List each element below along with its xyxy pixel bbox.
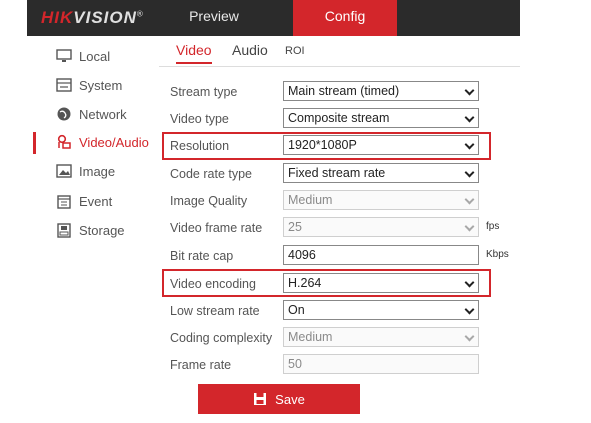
chevron-down-icon (464, 167, 475, 178)
low-stream-rate-select[interactable]: On (283, 300, 479, 320)
fps-unit: fps (486, 221, 500, 232)
sidebar: Local System Network Video/Audio Image E… (27, 36, 159, 396)
frame-rate-input[interactable]: 50 (283, 354, 479, 374)
video-frame-rate-row: Video frame rate 25 fps (159, 217, 520, 239)
frame-rate-label: Frame rate (170, 358, 232, 372)
tab-audio[interactable]: Audio (232, 42, 268, 58)
top-bar: HIKVISION® Preview Config (27, 0, 520, 36)
video-encoding-highlight-box (162, 269, 491, 297)
calendar-icon (55, 194, 73, 209)
chevron-down-icon (464, 194, 475, 205)
video-frame-rate-label: Video frame rate (170, 221, 263, 235)
sidebar-item-label: Local (79, 48, 111, 64)
stream-type-label: Stream type (170, 85, 238, 99)
low-stream-rate-label: Low stream rate (170, 304, 260, 318)
stream-type-row: Stream type Main stream (timed) (159, 81, 520, 103)
chevron-down-icon (464, 112, 475, 123)
storage-icon (55, 222, 73, 238)
video-type-select[interactable]: Composite stream (283, 108, 479, 128)
video-type-row: Video type Composite stream (159, 108, 520, 130)
save-icon (254, 393, 267, 405)
resolution-highlight-box (162, 132, 491, 160)
sidebar-item-label: Network (79, 106, 127, 122)
sidebar-item-network[interactable]: Network (27, 102, 159, 126)
image-quality-label: Image Quality (170, 194, 248, 208)
video-type-label: Video type (170, 112, 229, 126)
sidebar-item-system[interactable]: System (27, 73, 159, 97)
chevron-down-icon (464, 221, 475, 232)
nav-config-tab[interactable]: Config (293, 0, 397, 36)
low-stream-rate-row: Low stream rate On (159, 300, 520, 322)
bit-rate-cap-input[interactable]: 4096 (283, 245, 479, 265)
video-frame-rate-select[interactable]: 25 (283, 217, 479, 237)
chevron-down-icon (464, 331, 475, 342)
sidebar-item-image[interactable]: Image (27, 159, 159, 183)
hikvision-logo: HIKVISION® (41, 8, 144, 27)
monitor-icon (55, 49, 73, 63)
tab-roi[interactable]: ROI (285, 45, 305, 57)
image-quality-select[interactable]: Medium (283, 190, 479, 210)
system-icon (55, 78, 73, 92)
kbps-unit: Kbps (486, 249, 509, 260)
sidebar-item-label: Image (79, 163, 116, 179)
video-audio-icon (55, 134, 73, 149)
sidebar-item-label: System (79, 77, 123, 93)
coding-complexity-row: Coding complexity Medium (159, 327, 520, 349)
image-quality-row: Image Quality Medium (159, 190, 520, 212)
sidebar-item-storage[interactable]: Storage (27, 218, 159, 242)
sidebar-item-local[interactable]: Local (27, 44, 159, 68)
save-button[interactable]: Save (198, 384, 360, 414)
subtab-bar: Video Audio ROI (159, 36, 520, 67)
chevron-down-icon (464, 304, 475, 315)
image-icon (55, 164, 73, 178)
stream-type-select[interactable]: Main stream (timed) (283, 81, 479, 101)
nav-preview-tab[interactable]: Preview (179, 0, 249, 36)
globe-icon (55, 107, 73, 121)
code-rate-type-row: Code rate type Fixed stream rate (159, 163, 520, 185)
sidebar-item-video-audio[interactable]: Video/Audio (27, 130, 159, 154)
sidebar-item-label: Event (79, 193, 113, 209)
code-rate-type-select[interactable]: Fixed stream rate (283, 163, 479, 183)
sidebar-item-label: Storage (79, 222, 125, 238)
coding-complexity-select[interactable]: Medium (283, 327, 479, 347)
frame-rate-row: Frame rate 50 (159, 354, 520, 376)
chevron-down-icon (464, 85, 475, 96)
sidebar-item-label: Video/Audio (79, 134, 149, 150)
bit-rate-cap-label: Bit rate cap (170, 249, 234, 263)
tab-video[interactable]: Video (176, 42, 212, 64)
config-panel: Video Audio ROI Stream type Main stream … (159, 36, 520, 396)
code-rate-type-label: Code rate type (170, 167, 252, 181)
coding-complexity-label: Coding complexity (170, 331, 273, 345)
save-label: Save (275, 391, 305, 407)
sidebar-item-event[interactable]: Event (27, 189, 159, 213)
bit-rate-cap-row: Bit rate cap 4096 Kbps (159, 245, 520, 267)
